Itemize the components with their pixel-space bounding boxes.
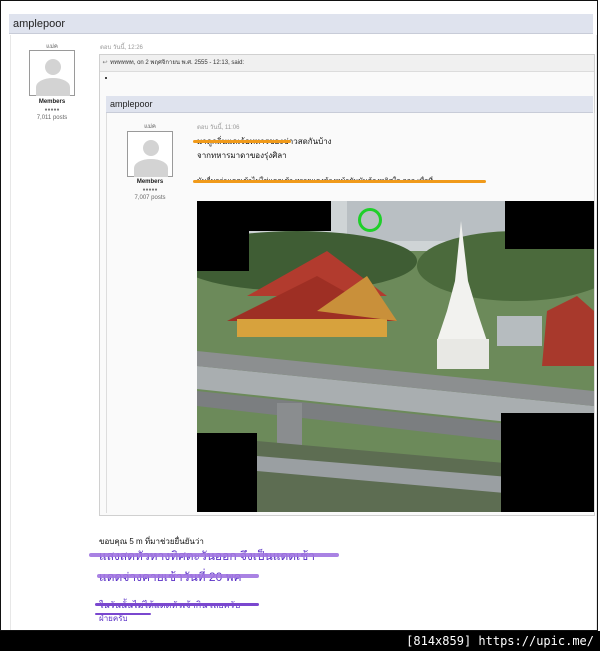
black-mask bbox=[197, 433, 257, 512]
forum-screenshot: amplepoor แม่ค Members ●●●●● 7,011 posts… bbox=[0, 0, 598, 631]
temple-photo bbox=[197, 201, 594, 512]
inner-avatar[interactable] bbox=[127, 131, 173, 177]
inner-user-posts: 7,007 posts bbox=[134, 195, 166, 201]
black-mask bbox=[197, 201, 249, 271]
outer-username[interactable]: amplepoor bbox=[13, 18, 65, 30]
purple-marker-3 bbox=[95, 603, 259, 606]
inner-user-stars: ●●●●● bbox=[142, 187, 158, 193]
upic-footer-bar: [814x859] https://upic.me/ bbox=[0, 631, 600, 651]
inner-post-header: amplepoor bbox=[106, 96, 593, 113]
black-mask bbox=[249, 201, 331, 231]
quote-arrow-icon: ↩ bbox=[102, 60, 108, 66]
black-mask bbox=[501, 413, 594, 512]
inner-username[interactable]: amplepoor bbox=[110, 99, 153, 109]
inner-text-line2: จากทหารมาดาของรุ่งศิลา bbox=[197, 151, 287, 160]
outer-post-time: ตอบ วันนี้, 12:26 bbox=[100, 45, 143, 51]
purple-marker-2 bbox=[97, 574, 259, 578]
inner-post-time: ตอบ วันนี้, 11:06 bbox=[197, 125, 240, 131]
outer-user-posts: 7,011 posts bbox=[36, 115, 68, 121]
purple-marker-1 bbox=[89, 553, 339, 557]
outer-user-group: Members bbox=[38, 99, 66, 105]
inner-user-meta: แม่ค bbox=[144, 124, 156, 130]
upic-footer-text[interactable]: [814x859] https://upic.me/ bbox=[406, 631, 594, 651]
green-highlight-circle bbox=[358, 208, 382, 232]
outer-user-stars: ●●●●● bbox=[44, 107, 60, 113]
orange-strike-2 bbox=[193, 180, 486, 183]
orange-strike-1 bbox=[193, 140, 291, 143]
outer-post-header: amplepoor bbox=[9, 14, 593, 34]
outer-avatar[interactable] bbox=[29, 50, 75, 96]
inner-user-group: Members bbox=[136, 179, 164, 185]
divider-dot bbox=[105, 77, 107, 79]
quote-header: ↩ ทททททท, on 2 พฤศจิกายน พ.ศ. 2555 - 12:1… bbox=[100, 55, 594, 72]
purple-marker-4 bbox=[95, 613, 151, 615]
black-mask bbox=[505, 201, 594, 249]
